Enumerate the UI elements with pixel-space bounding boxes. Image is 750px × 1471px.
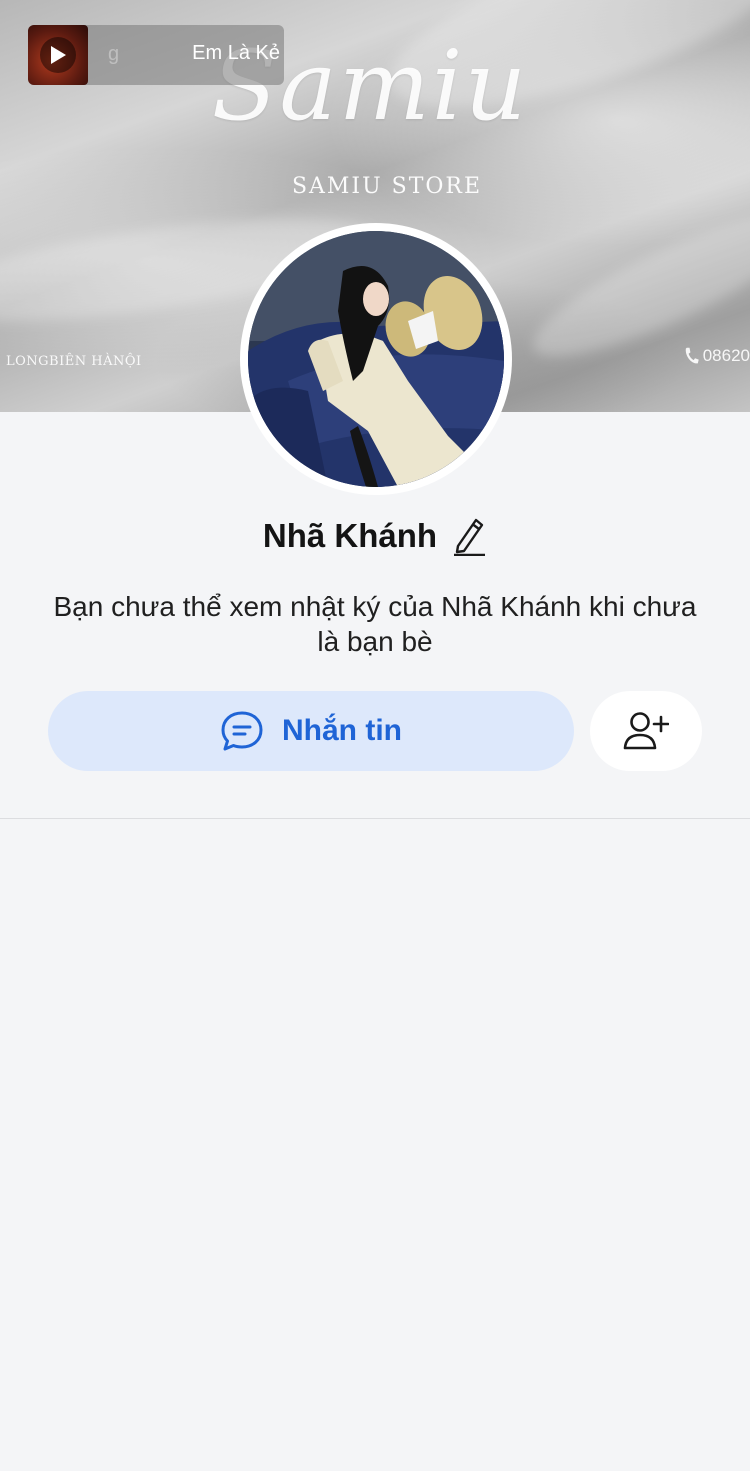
cover-store-name: SAMIU STORE	[291, 174, 483, 199]
music-title: Em Là Kẻ	[192, 42, 280, 64]
avatar[interactable]	[240, 223, 512, 495]
avatar-photo	[248, 231, 504, 487]
music-widget[interactable]: g Em Là Kẻ	[28, 25, 284, 85]
cover-phone-number: 08620	[702, 346, 750, 365]
privacy-notice: Bạn chưa thể xem nhật ký của Nhã Khánh k…	[53, 591, 697, 657]
add-friend-icon	[623, 712, 669, 750]
play-button[interactable]	[40, 37, 76, 73]
message-button[interactable]: Nhắn tin	[48, 691, 574, 771]
pencil-icon	[454, 518, 486, 556]
cover-location: LONGBIÊN HÀNỘI	[6, 354, 142, 369]
phone-icon	[685, 347, 699, 364]
profile-name: Nhã Khánh	[262, 517, 438, 554]
profile-page: Samiu SAMIU STORE LONGBIÊN HÀNỘI 08620 g…	[0, 0, 750, 1471]
add-friend-button[interactable]	[590, 691, 702, 771]
message-button-label: Nhắn tin	[282, 714, 402, 747]
music-title-marquee: g Em Là Kẻ	[88, 25, 284, 85]
play-icon	[51, 46, 66, 64]
section-divider	[0, 818, 750, 819]
profile-name-row: Nhã Khánh	[0, 515, 750, 557]
music-thumbnail	[28, 25, 88, 85]
edit-name-button[interactable]	[451, 515, 487, 557]
cover-phone: 08620	[684, 346, 750, 366]
chat-bubble-icon	[221, 711, 263, 751]
music-title-prefix: g	[108, 43, 120, 65]
